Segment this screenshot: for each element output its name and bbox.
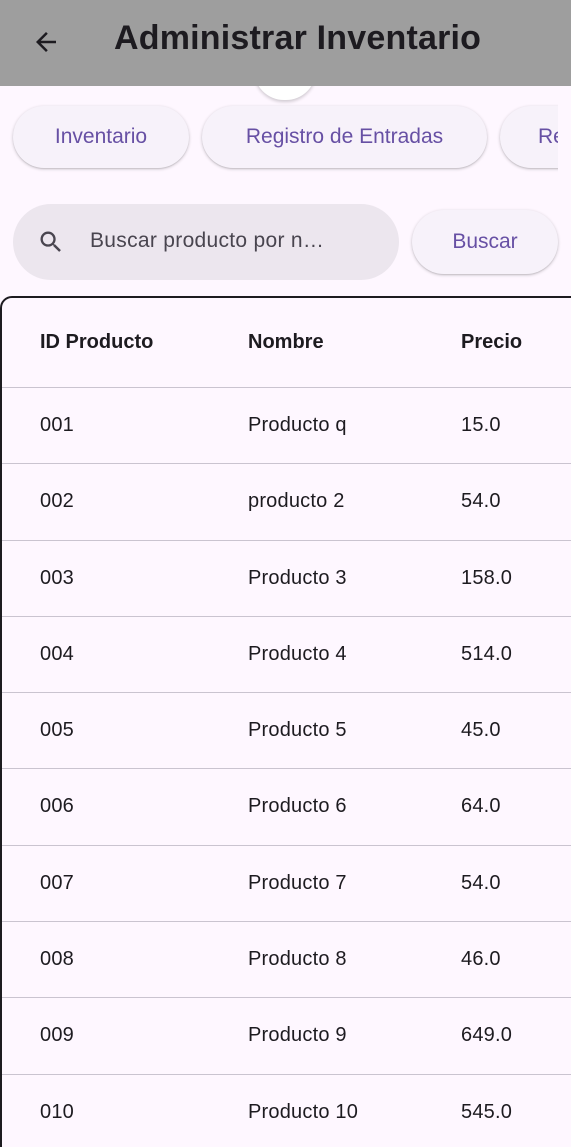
cell-precio: 54.0: [461, 490, 501, 513]
cell-id: 003: [40, 566, 74, 589]
tab-inventario[interactable]: Inventario: [13, 106, 189, 168]
table-row[interactable]: 009 Producto 9 649.0: [2, 998, 571, 1075]
cell-nombre: Producto 10: [248, 1100, 359, 1123]
cell-nombre: Producto 8: [248, 948, 347, 971]
cell-nombre: Producto 5: [248, 719, 347, 742]
table-body: 001 Producto q 15.0 002 producto 2 54.0 …: [2, 388, 571, 1147]
cell-precio: 15.0: [461, 414, 501, 436]
table-header: ID Producto Nombre Precio: [2, 298, 571, 388]
search-placeholder: Buscar producto por n…: [90, 229, 325, 252]
cell-precio: 545.0: [461, 1100, 513, 1123]
search-input[interactable]: Buscar producto por n…: [13, 204, 399, 280]
cell-id: 001: [40, 414, 74, 436]
search-button[interactable]: Buscar: [412, 210, 558, 274]
table-row[interactable]: 004 Producto 4 514.0: [2, 617, 571, 694]
header-precio: Precio: [461, 331, 523, 353]
cell-precio: 649.0: [461, 1024, 513, 1047]
arrow-back-icon: [36, 32, 56, 52]
table-row[interactable]: 002 producto 2 54.0: [2, 464, 571, 541]
products-table: ID Producto Nombre Precio 001 Producto q…: [0, 296, 571, 1147]
table-row[interactable]: 003 Producto 3 158.0: [2, 541, 571, 617]
page-title: Administrar Inventario: [114, 19, 482, 57]
cell-id: 010: [40, 1100, 74, 1123]
header-id-producto: ID Producto: [40, 331, 154, 353]
cell-precio: 46.0: [461, 948, 501, 971]
table-row[interactable]: 006 Producto 6 64.0: [2, 769, 571, 846]
section-tabs: Inventario Registro de Entradas Re: [0, 104, 558, 174]
cell-nombre: Producto 4: [248, 642, 347, 665]
table-row[interactable]: 008 Producto 8 46.0: [2, 922, 571, 999]
cell-precio: 45.0: [461, 719, 501, 742]
cell-nombre: Producto 9: [248, 1024, 347, 1047]
inventory-screen: Administrar Inventario Inventario Regist…: [0, 0, 571, 1147]
cell-precio: 54.0: [461, 871, 501, 894]
cell-id: 006: [40, 795, 74, 818]
cell-nombre: Producto 6: [248, 795, 347, 818]
search-icon: [40, 231, 61, 252]
cell-precio: 514.0: [461, 642, 513, 665]
table-row[interactable]: 010 Producto 10 545.0: [2, 1075, 571, 1147]
cell-nombre: Producto q: [248, 414, 347, 436]
back-button[interactable]: [26, 22, 66, 62]
cell-id: 009: [40, 1024, 74, 1047]
app-bar: Administrar Inventario: [0, 0, 571, 86]
cell-nombre: Producto 7: [248, 871, 347, 894]
cell-nombre: Producto 3: [248, 566, 347, 589]
cell-precio: 158.0: [461, 566, 513, 589]
cell-nombre: producto 2: [248, 490, 345, 513]
table-row[interactable]: 007 Producto 7 54.0: [2, 846, 571, 923]
cell-id: 007: [40, 871, 74, 894]
header-nombre: Nombre: [248, 331, 324, 353]
cell-id: 002: [40, 490, 74, 513]
table-row[interactable]: 005 Producto 5 45.0: [2, 693, 571, 770]
cell-id: 004: [40, 642, 74, 665]
cell-id: 008: [40, 948, 74, 971]
table-row[interactable]: 001 Producto q 15.0: [2, 388, 571, 465]
cell-precio: 64.0: [461, 795, 501, 818]
cell-id: 005: [40, 719, 74, 742]
tab-partial-next[interactable]: Re: [500, 106, 558, 168]
tab-registro-entradas[interactable]: Registro de Entradas: [202, 106, 487, 168]
